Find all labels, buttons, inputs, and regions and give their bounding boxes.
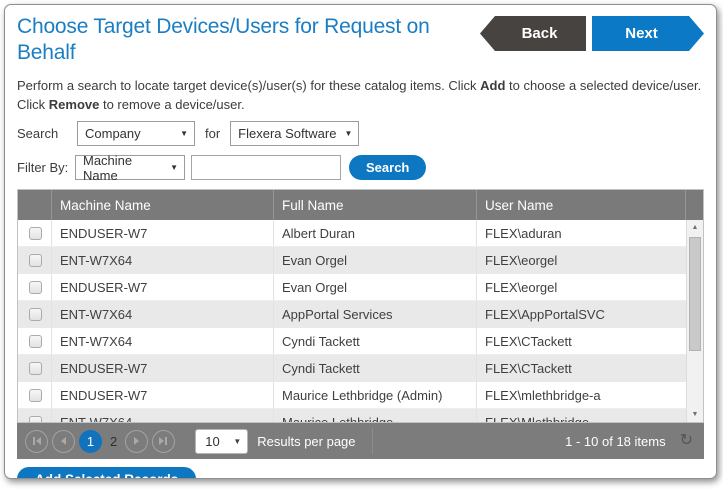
machine-name-cell: ENT-W7X64 — [52, 328, 274, 354]
full-name-cell: Evan Orgel — [274, 274, 477, 300]
scroll-up-icon[interactable]: ▲ — [687, 224, 703, 231]
search-label: Search — [17, 126, 77, 141]
next-button[interactable]: Next — [592, 16, 704, 51]
full-name-column-header[interactable]: Full Name — [274, 190, 477, 220]
dialog-header: Choose Target Devices/Users for Request … — [5, 5, 716, 66]
search-target-select[interactable]: Flexera Software ▼ — [230, 121, 359, 146]
machine-name-cell: ENT-W7X64 — [52, 247, 274, 273]
page-size-value: 10 — [205, 434, 219, 449]
full-name-cell: Albert Duran — [274, 220, 477, 246]
user-name-cell: FLEX\eorgel — [477, 274, 686, 300]
next-page-button[interactable] — [125, 430, 148, 453]
row-checkbox[interactable] — [29, 227, 42, 240]
instructions-add-keyword: Add — [480, 78, 505, 93]
previous-page-icon — [61, 437, 66, 445]
search-target-value: Flexera Software — [238, 126, 336, 141]
user-name-cell: FLEX\Mlethbridge — [477, 409, 686, 422]
chevron-down-icon: ▼ — [180, 129, 188, 138]
full-name-cell: Cyndi Tackett — [274, 355, 477, 381]
chevron-down-icon: ▼ — [344, 129, 352, 138]
table-row[interactable]: ENT-W7X64 Maurice Lethbridge FLEX\Mlethb… — [18, 409, 686, 422]
filter-by-label: Filter By: — [17, 160, 75, 175]
pagination-bar: 1 2 10 ▼ Results per page 1 - 10 of 18 i… — [17, 423, 704, 459]
search-type-value: Company — [85, 126, 141, 141]
full-name-cell: Maurice Lethbridge (Admin) — [274, 382, 477, 408]
row-checkbox[interactable] — [29, 335, 42, 348]
user-name-cell: FLEX\CTackett — [477, 328, 686, 354]
page-title: Choose Target Devices/Users for Request … — [17, 14, 480, 66]
machine-name-column-header[interactable]: Machine Name — [52, 190, 274, 220]
scroll-down-icon[interactable]: ▼ — [687, 411, 703, 418]
machine-name-cell: ENT-W7X64 — [52, 409, 274, 422]
choose-target-dialog: Choose Target Devices/Users for Request … — [4, 4, 717, 479]
pager-divider — [372, 428, 373, 454]
filter-input[interactable] — [191, 155, 341, 180]
chevron-down-icon: ▼ — [170, 163, 178, 172]
search-row: Search Company ▼ for Flexera Software ▼ — [17, 121, 704, 146]
scrollbar-column-header — [686, 190, 703, 220]
full-name-cell: AppPortal Services — [274, 301, 477, 327]
instructions-text: Perform a search to locate target device… — [17, 76, 704, 114]
machine-name-cell: ENT-W7X64 — [52, 301, 274, 327]
machine-name-cell: ENDUSER-W7 — [52, 220, 274, 246]
table-row[interactable]: ENT-W7X64 AppPortal Services FLEX\AppPor… — [18, 301, 686, 328]
last-page-button[interactable] — [152, 430, 175, 453]
filter-field-select[interactable]: Machine Name ▼ — [75, 155, 185, 180]
row-checkbox[interactable] — [29, 416, 42, 423]
chevron-down-icon: ▼ — [233, 437, 241, 446]
table-row[interactable]: ENT-W7X64 Cyndi Tackett FLEX\CTackett — [18, 328, 686, 355]
instructions-part1: Perform a search to locate target device… — [17, 78, 480, 93]
full-name-cell: Evan Orgel — [274, 247, 477, 273]
last-page-icon — [159, 437, 164, 445]
machine-name-cell: ENDUSER-W7 — [52, 382, 274, 408]
user-name-cell: FLEX\CTackett — [477, 355, 686, 381]
filter-row: Filter By: Machine Name ▼ Search — [17, 155, 704, 180]
page-1-button[interactable]: 1 — [79, 430, 102, 453]
row-checkbox[interactable] — [29, 281, 42, 294]
refresh-icon[interactable]: ↻ — [680, 433, 693, 449]
table-row[interactable]: ENDUSER-W7 Albert Duran FLEX\aduran — [18, 220, 686, 247]
table-body: ENDUSER-W7 Albert Duran FLEX\aduran ENT-… — [18, 220, 703, 422]
full-name-cell: Cyndi Tackett — [274, 328, 477, 354]
row-checkbox[interactable] — [29, 254, 42, 267]
filter-field-value: Machine Name — [83, 153, 162, 183]
page-2-button[interactable]: 2 — [110, 434, 117, 449]
user-name-column-header[interactable]: User Name — [477, 190, 686, 220]
table-row[interactable]: ENT-W7X64 Evan Orgel FLEX\eorgel — [18, 247, 686, 274]
items-count-info: 1 - 10 of 18 items — [565, 434, 665, 449]
user-name-cell: FLEX\eorgel — [477, 247, 686, 273]
first-page-icon — [33, 437, 35, 445]
user-name-cell: FLEX\AppPortalSVC — [477, 301, 686, 327]
user-name-cell: FLEX\aduran — [477, 220, 686, 246]
dialog-footer: Add Selected Records — [17, 467, 704, 479]
results-table: Machine Name Full Name User Name ENDUSER… — [17, 189, 704, 423]
table-header-row: Machine Name Full Name User Name — [18, 190, 703, 220]
user-name-cell: FLEX\mlethbridge-a — [477, 382, 686, 408]
next-page-icon — [134, 437, 139, 445]
back-button[interactable]: Back — [480, 16, 586, 51]
select-column-header — [18, 190, 52, 220]
row-checkbox[interactable] — [29, 362, 42, 375]
vertical-scrollbar[interactable]: ▲ ▼ — [686, 220, 703, 422]
table-row[interactable]: ENDUSER-W7 Maurice Lethbridge (Admin) FL… — [18, 382, 686, 409]
search-type-select[interactable]: Company ▼ — [77, 121, 195, 146]
machine-name-cell: ENDUSER-W7 — [52, 274, 274, 300]
previous-page-button[interactable] — [52, 430, 75, 453]
full-name-cell: Maurice Lethbridge — [274, 409, 477, 422]
page-size-select[interactable]: 10 ▼ — [195, 429, 248, 454]
table-row[interactable]: ENDUSER-W7 Cyndi Tackett FLEX\CTackett — [18, 355, 686, 382]
instructions-remove-keyword: Remove — [49, 97, 100, 112]
row-checkbox[interactable] — [29, 308, 42, 321]
first-page-button[interactable] — [25, 430, 48, 453]
machine-name-cell: ENDUSER-W7 — [52, 355, 274, 381]
wizard-nav-buttons: Back Next — [480, 16, 704, 66]
table-row[interactable]: ENDUSER-W7 Evan Orgel FLEX\eorgel — [18, 274, 686, 301]
instructions-part3: to remove a device/user. — [99, 97, 244, 112]
for-label: for — [205, 126, 220, 141]
row-checkbox[interactable] — [29, 389, 42, 402]
scrollbar-thumb[interactable] — [689, 237, 701, 351]
add-selected-records-button[interactable]: Add Selected Records — [17, 467, 196, 479]
filter-search-button[interactable]: Search — [349, 155, 426, 180]
results-per-page-label: Results per page — [257, 434, 355, 449]
